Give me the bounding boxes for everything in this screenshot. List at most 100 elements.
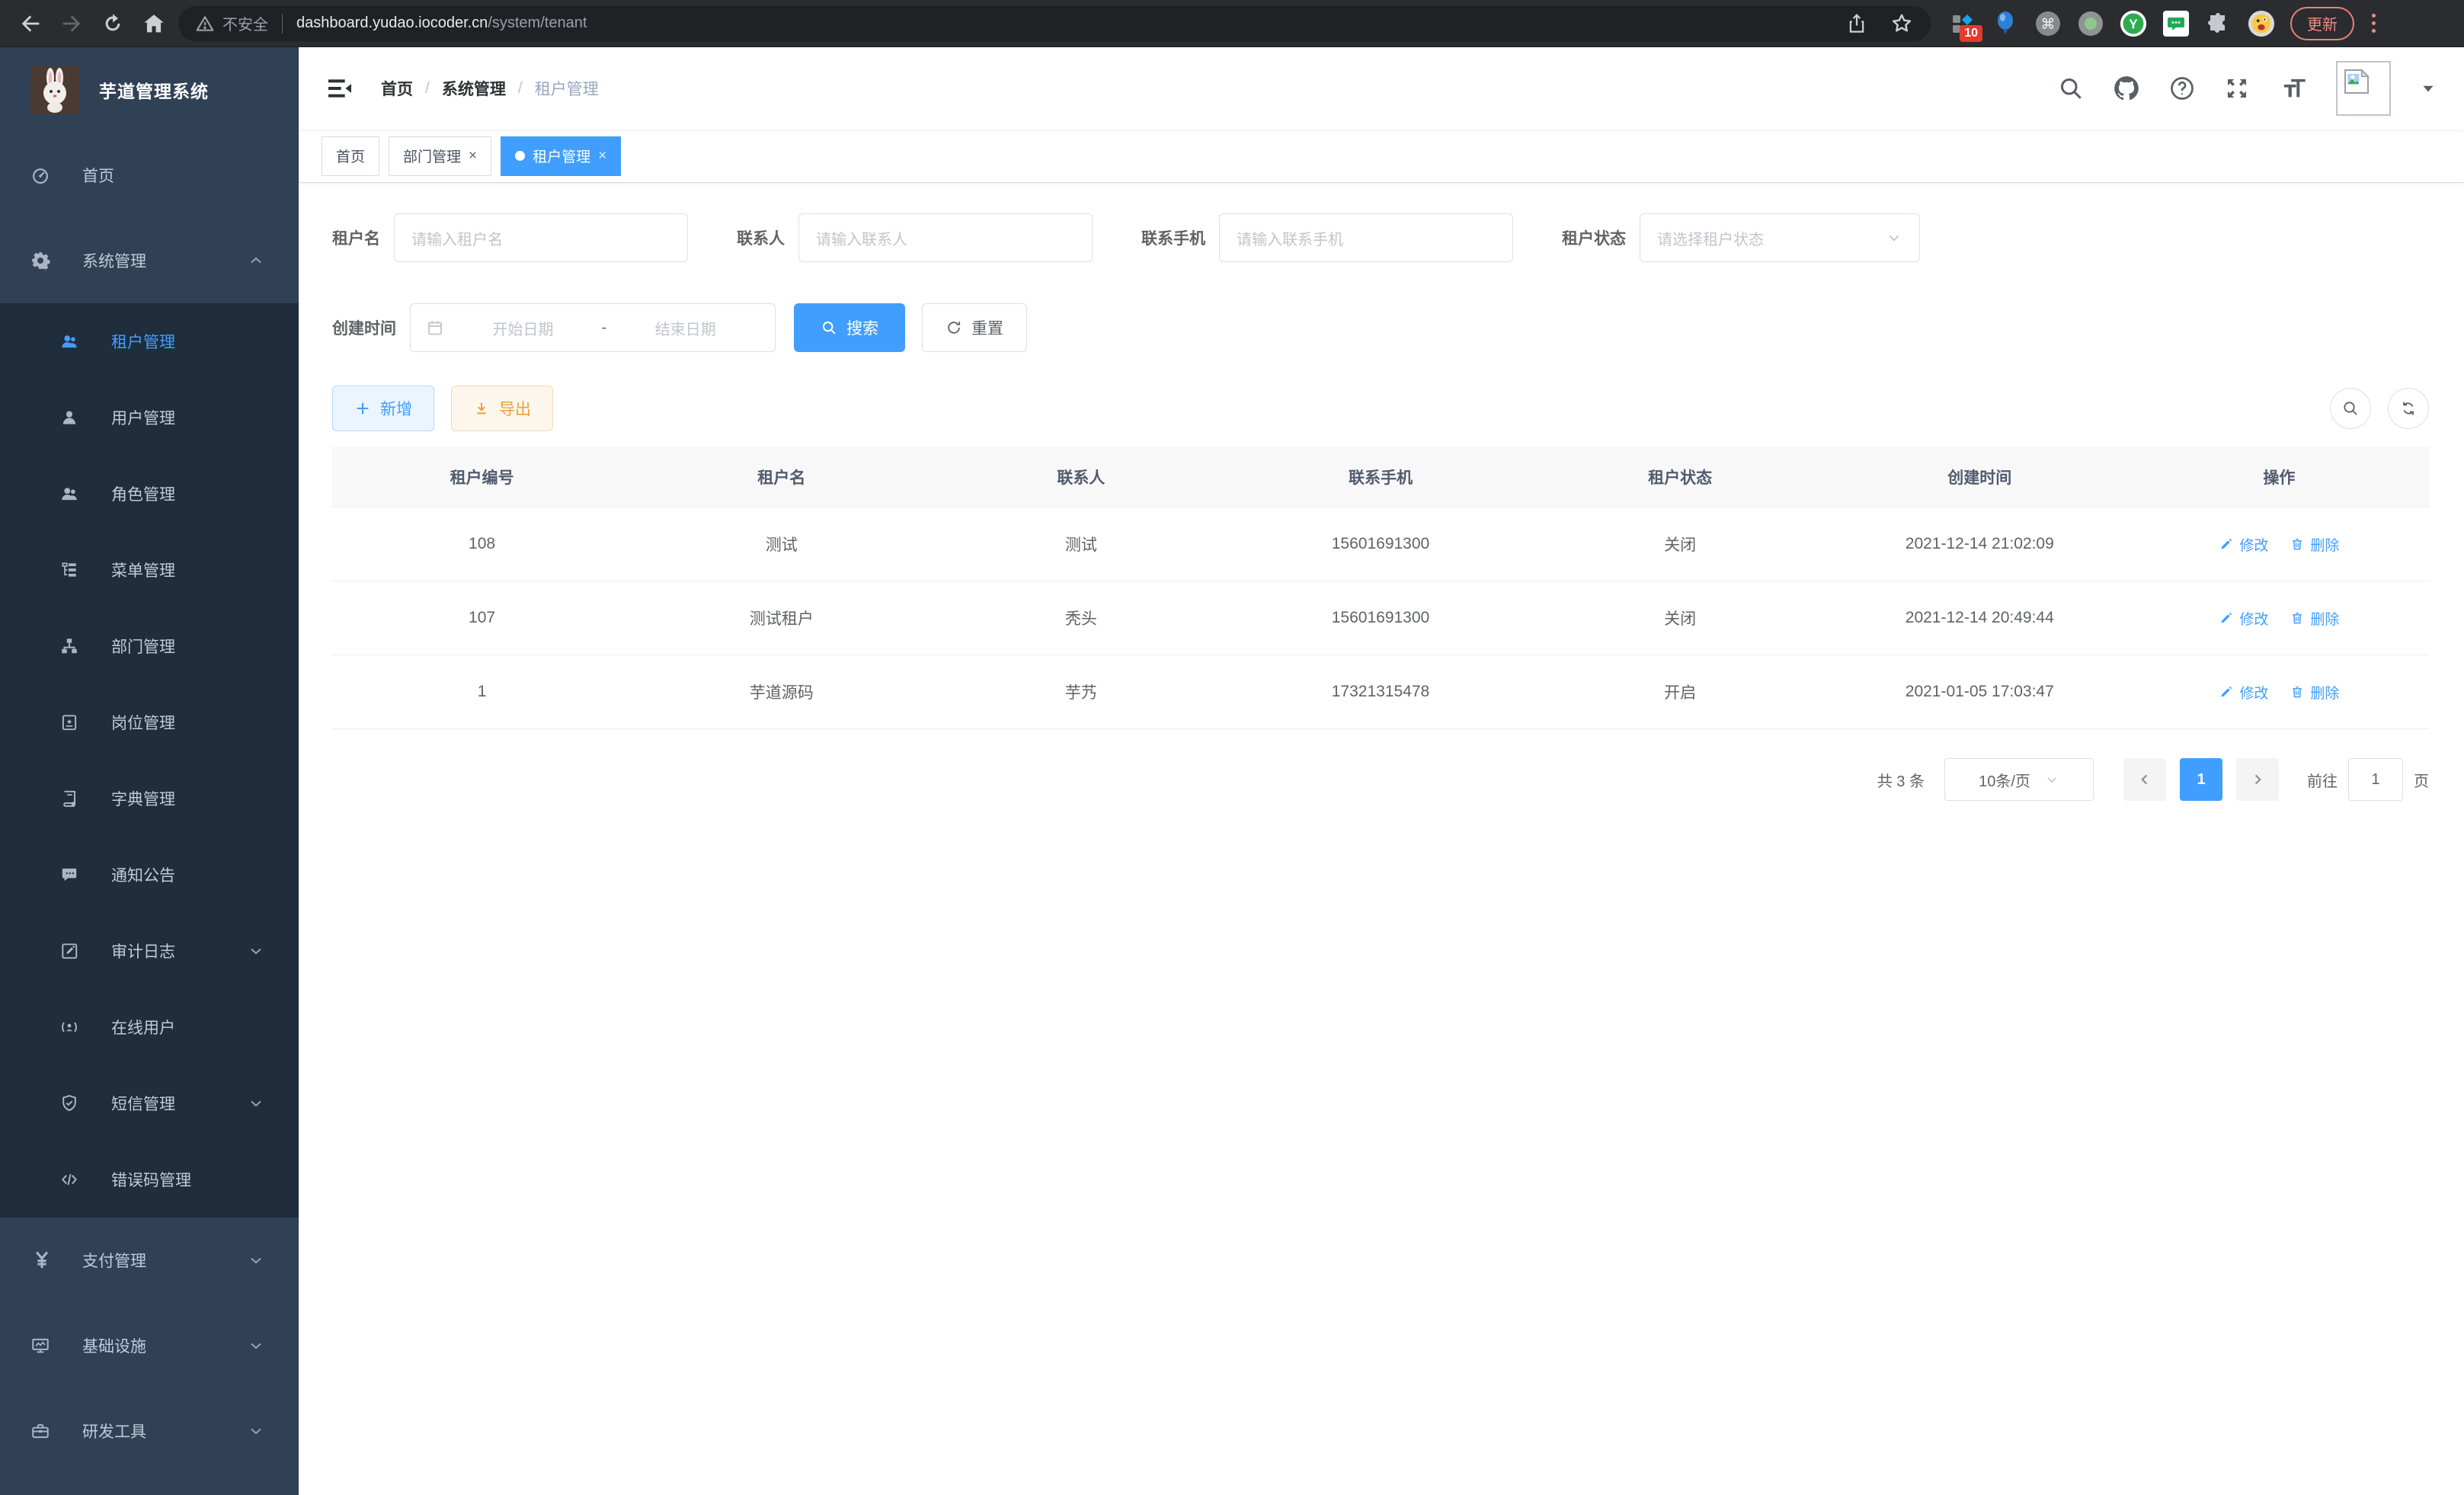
cell-status: 开启 xyxy=(1531,680,1830,703)
sidebar-item-system-management[interactable]: 系统管理 xyxy=(0,218,299,303)
edit-row-button[interactable]: 修改 xyxy=(2219,682,2268,703)
sidebar-item-dict-management[interactable]: 字典管理 xyxy=(0,760,299,837)
font-size-icon[interactable] xyxy=(2278,75,2309,102)
refresh-table-button[interactable] xyxy=(2388,388,2429,429)
delete-row-button[interactable]: 删除 xyxy=(2290,534,2339,555)
reset-button[interactable]: 重置 xyxy=(922,303,1027,352)
chevron-down-icon xyxy=(2044,772,2059,787)
browser-reload-button[interactable] xyxy=(96,7,130,40)
user-avatar[interactable] xyxy=(2336,61,2391,116)
cell-created: 2021-12-14 21:02:09 xyxy=(1830,535,2130,553)
cell-contact: 测试 xyxy=(931,533,1230,555)
toggle-search-button[interactable] xyxy=(2330,388,2371,429)
record-extension-icon[interactable] xyxy=(2077,10,2104,37)
page-number-active[interactable]: 1 xyxy=(2180,758,2222,801)
cell-mobile: 15601691300 xyxy=(1230,535,1530,553)
browser-home-button[interactable] xyxy=(137,7,171,40)
export-button[interactable]: 导出 xyxy=(451,386,553,431)
sidebar-item-home[interactable]: 首页 xyxy=(0,133,299,218)
goto-page-input[interactable]: 1 xyxy=(2348,758,2403,801)
edit-row-button[interactable]: 修改 xyxy=(2219,608,2268,629)
edit-icon xyxy=(2219,536,2234,552)
sidebar-item-online-users[interactable]: 在线用户 xyxy=(0,989,299,1065)
help-icon[interactable] xyxy=(2168,75,2196,102)
status-select[interactable]: 请选择租户状态 xyxy=(1640,213,1920,262)
share-icon[interactable] xyxy=(1845,12,1868,35)
tab-label: 首页 xyxy=(336,146,365,166)
sidebar-item-label: 研发工具 xyxy=(82,1420,146,1442)
tab-department-management[interactable]: 部门管理× xyxy=(389,136,491,176)
sidebar-item-audit-log[interactable]: 审计日志 xyxy=(0,913,299,989)
column-header: 联系人 xyxy=(931,466,1230,488)
tab-tenant-management[interactable]: 租户管理× xyxy=(501,136,621,176)
cell-contact: 芋艿 xyxy=(931,680,1230,703)
contact-input[interactable]: 请输入联系人 xyxy=(798,213,1093,262)
sidebar-item-error-code-management[interactable]: 错误码管理 xyxy=(0,1141,299,1218)
edit-row-button[interactable]: 修改 xyxy=(2219,534,2268,555)
column-header: 租户状态 xyxy=(1531,466,1830,488)
pagination-total: 共 3 条 xyxy=(1877,769,1925,791)
command-extension-icon[interactable]: ⌘ xyxy=(2034,10,2062,37)
security-warning[interactable]: 不安全 xyxy=(195,12,268,34)
date-range-picker[interactable]: 开始日期 - 结束日期 xyxy=(410,303,776,352)
add-button[interactable]: 新增 xyxy=(332,386,434,431)
breadcrumb-system[interactable]: 系统管理 xyxy=(442,77,506,100)
sidebar-item-post-management[interactable]: 岗位管理 xyxy=(0,684,299,760)
browser-forward-button[interactable] xyxy=(55,7,88,40)
delete-row-button[interactable]: 删除 xyxy=(2290,608,2339,629)
sidebar-item-label: 用户管理 xyxy=(111,406,175,429)
page-size-select[interactable]: 10条/页 xyxy=(1944,758,2094,801)
tenant-table: 租户编号租户名联系人联系手机租户状态创建时间操作 108测试测试15601691… xyxy=(332,447,2429,729)
close-tab-icon[interactable]: × xyxy=(598,149,606,163)
sidebar-item-notice[interactable]: 通知公告 xyxy=(0,837,299,913)
fullscreen-icon[interactable] xyxy=(2223,75,2251,102)
grid-extension-icon[interactable]: 10 xyxy=(1949,10,1976,37)
browser-toolbar: 不安全 dashboard.yudao.iocoder.cn/system/te… xyxy=(0,0,2464,47)
avatar-caret-down-icon[interactable] xyxy=(2418,78,2438,98)
sidebar-item-sms-management[interactable]: 短信管理 xyxy=(0,1065,299,1141)
puzzle-extension-icon[interactable] xyxy=(2205,10,2232,37)
mobile-input[interactable]: 请输入联系手机 xyxy=(1219,213,1513,262)
date-end-placeholder[interactable]: 结束日期 xyxy=(611,317,760,339)
update-button[interactable]: 更新 xyxy=(2290,7,2354,40)
chevron-down-icon xyxy=(247,1422,265,1440)
search-button[interactable]: 搜索 xyxy=(794,303,905,352)
sidebar-item-menu-management[interactable]: 菜单管理 xyxy=(0,532,299,608)
goto-label: 前往 xyxy=(2307,769,2338,791)
sidebar-item-infrastructure[interactable]: 基础设施 xyxy=(0,1303,299,1388)
sidebar-item-tenant-management[interactable]: 租户管理 xyxy=(0,303,299,379)
sidebar-collapse-icon[interactable] xyxy=(325,73,355,104)
profile-avatar-icon[interactable] xyxy=(2248,10,2275,37)
prev-page-button[interactable] xyxy=(2123,758,2166,801)
sidebar-item-payment-management[interactable]: 支付管理 xyxy=(0,1218,299,1303)
sidebar-item-dev-tools[interactable]: 研发工具 xyxy=(0,1388,299,1474)
tab-home[interactable]: 首页 xyxy=(322,136,379,176)
url-text[interactable]: dashboard.yudao.iocoder.cn/system/tenant xyxy=(296,14,587,32)
bookmark-star-icon[interactable] xyxy=(1890,11,1914,36)
app-logo-rabbit xyxy=(30,66,79,114)
next-page-button[interactable] xyxy=(2236,758,2279,801)
sidebar-item-department-management[interactable]: 部门管理 xyxy=(0,608,299,684)
breadcrumb-home[interactable]: 首页 xyxy=(381,77,413,100)
delete-row-button[interactable]: 删除 xyxy=(2290,682,2339,703)
cell-id: 108 xyxy=(332,535,632,553)
sidebar-item-role-management[interactable]: 角色管理 xyxy=(0,456,299,532)
address-bar[interactable]: 不安全 dashboard.yudao.iocoder.cn/system/te… xyxy=(178,6,1931,41)
date-start-placeholder[interactable]: 开始日期 xyxy=(449,317,597,339)
toolbox-icon xyxy=(30,1421,64,1441)
chat-extension-icon[interactable] xyxy=(2162,10,2190,37)
y-logo-extension-icon[interactable]: Y xyxy=(2120,10,2147,37)
github-icon[interactable] xyxy=(2112,74,2141,103)
sidebar-item-user-management[interactable]: 用户管理 xyxy=(0,379,299,456)
browser-menu-icon[interactable] xyxy=(2362,7,2385,40)
app-logo-row[interactable]: 芋道管理系统 xyxy=(0,47,299,133)
search-icon xyxy=(821,319,837,336)
tenant-name-input[interactable]: 请输入租户名 xyxy=(394,213,688,262)
sidebar-item-label: 错误码管理 xyxy=(111,1168,191,1191)
browser-back-button[interactable] xyxy=(14,7,47,40)
close-tab-icon[interactable]: × xyxy=(469,149,477,163)
cell-id: 1 xyxy=(332,683,632,701)
column-header: 创建时间 xyxy=(1830,466,2130,488)
balloon-extension-icon[interactable] xyxy=(1992,10,2019,37)
header-search-icon[interactable] xyxy=(2057,75,2085,102)
